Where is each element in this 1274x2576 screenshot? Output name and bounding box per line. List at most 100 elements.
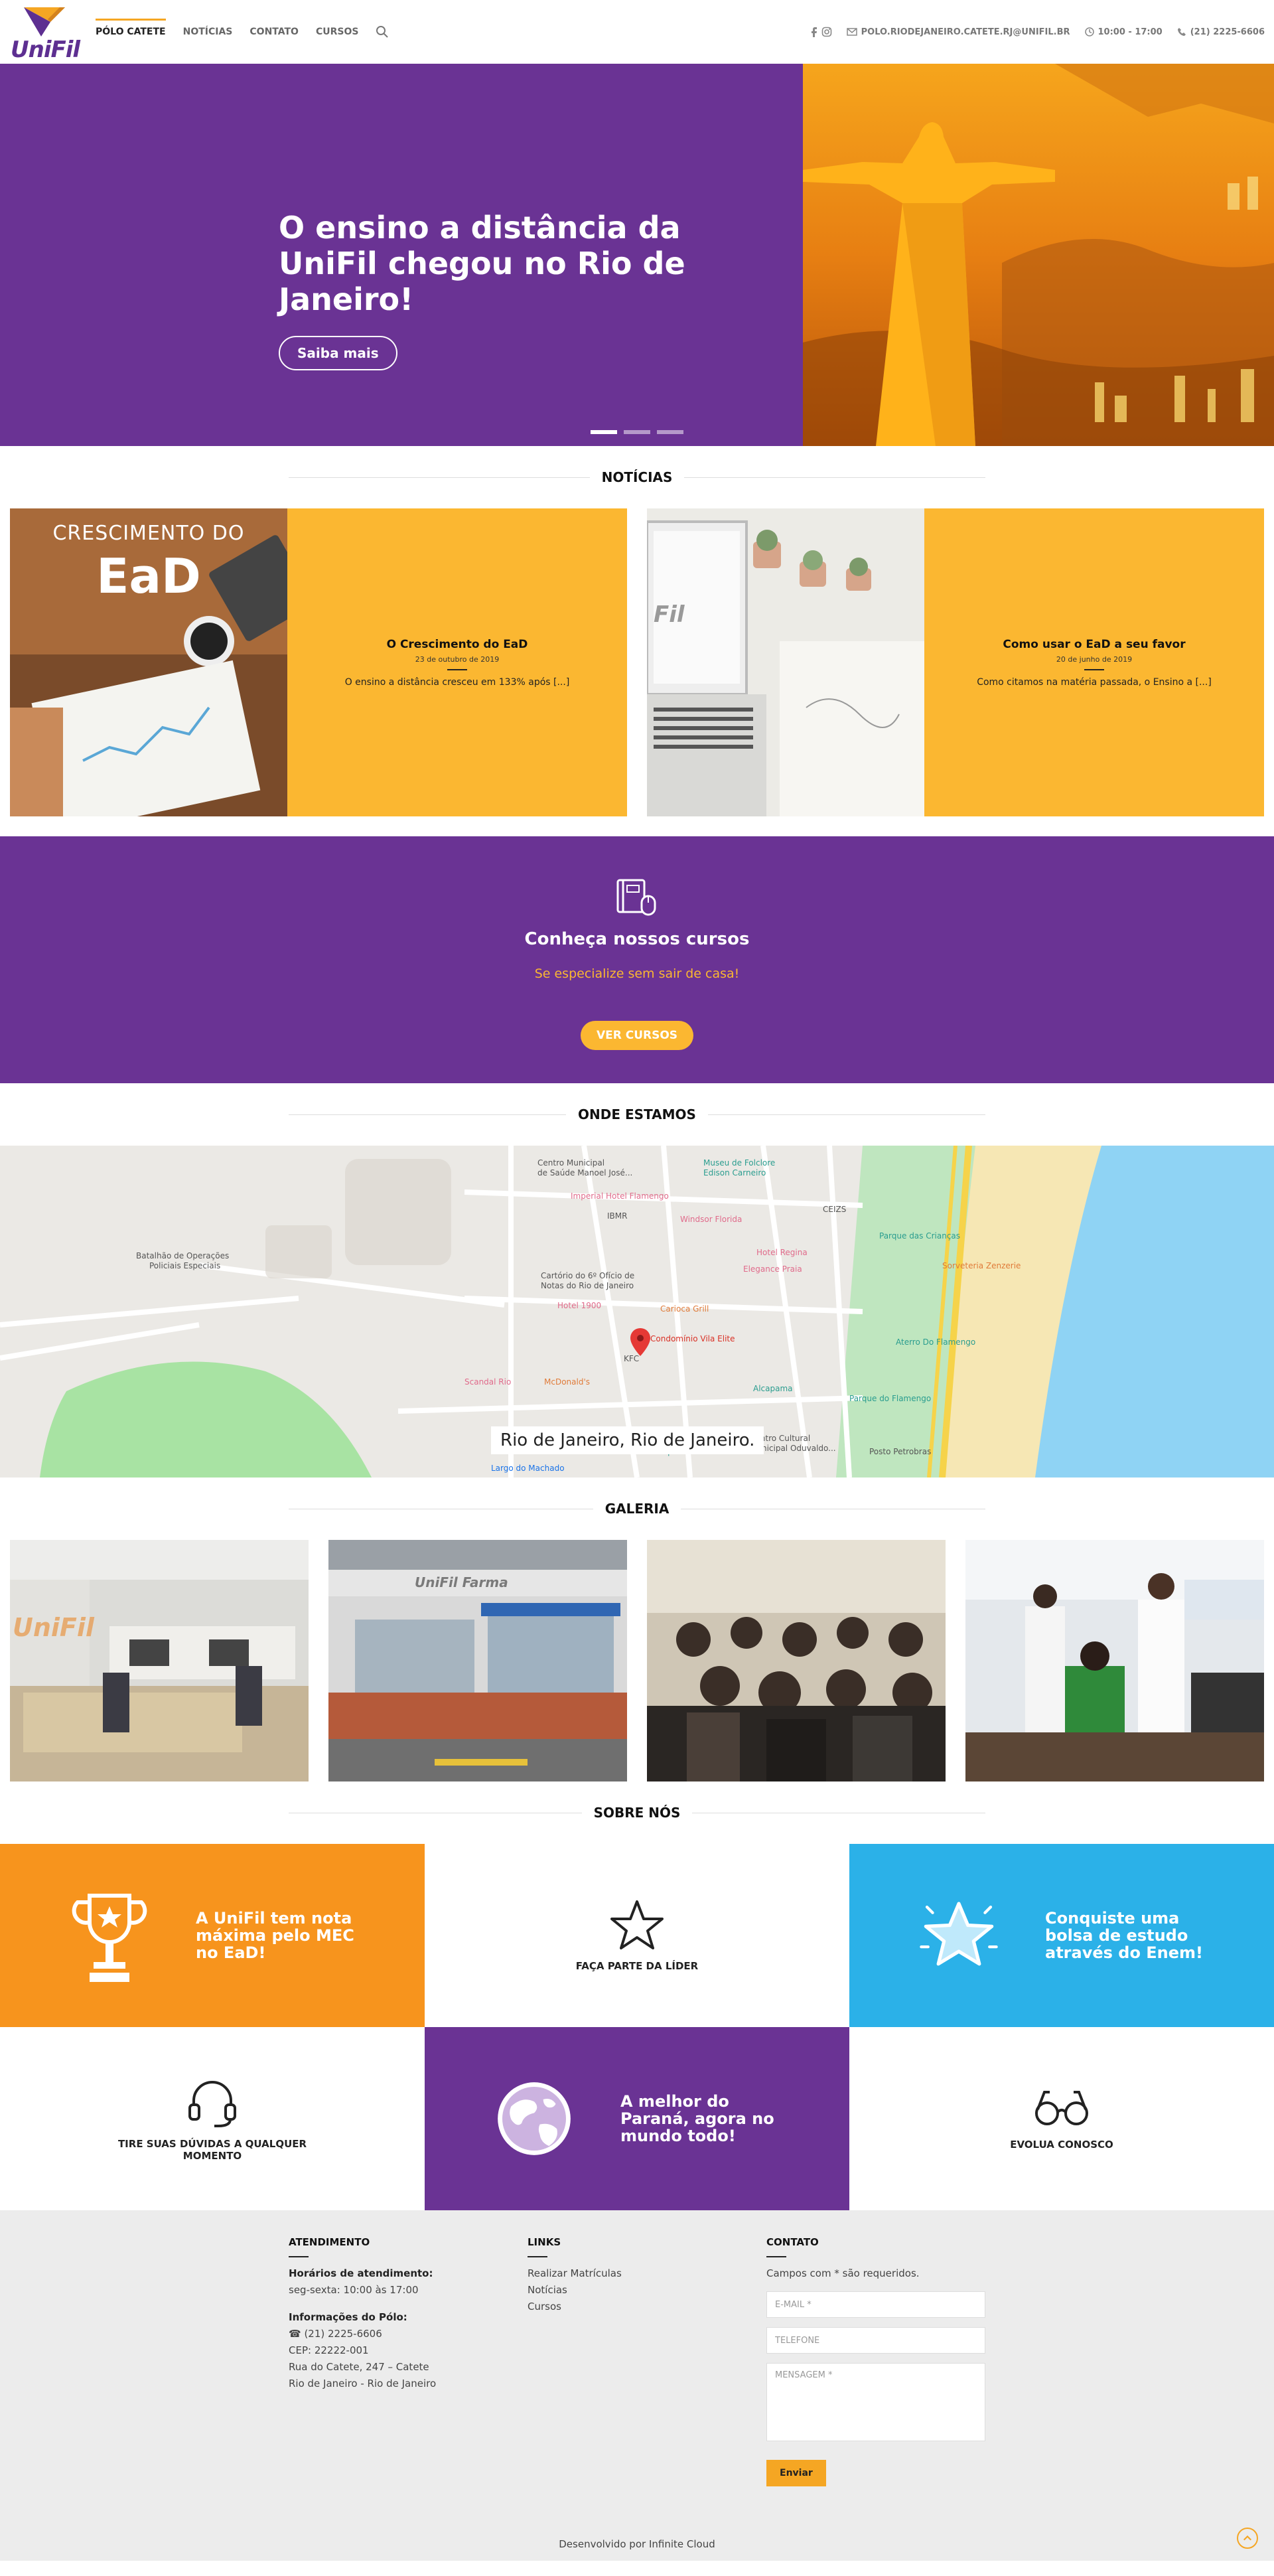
slider-dot-3[interactable] <box>657 430 683 434</box>
news-section: CRESCIMENTO DO EaD O Crescimento do EaD … <box>0 508 1274 816</box>
phone-field[interactable] <box>766 2327 985 2354</box>
gallery-caption-unifil: UniFil <box>13 1613 94 1642</box>
svg-text:Policiais Especiais: Policiais Especiais <box>149 1261 220 1270</box>
location-map[interactable]: Centro Municipal de Saúde Manoel José...… <box>0 1146 1274 1477</box>
footer-phone: ☎ (21) 2225-6606 <box>289 2328 382 2340</box>
book-mouse-icon <box>616 879 656 916</box>
enviar-button[interactable]: Enviar <box>766 2460 826 2486</box>
svg-text:Notas do Rio de Janeiro: Notas do Rio de Janeiro <box>541 1281 634 1290</box>
social-links <box>810 27 832 37</box>
svg-text:IBMR: IBMR <box>607 1211 627 1221</box>
news-title[interactable]: O Crescimento do EaD <box>387 638 528 651</box>
logo-text: UniFil <box>11 37 80 63</box>
about-cell-parana: A melhor do Paraná, agora no mundo todo! <box>425 2027 849 2210</box>
news-card-body: O Crescimento do EaD 23 de outubro de 20… <box>287 508 627 816</box>
hero-slider: O ensino a distância da UniFil chegou no… <box>0 64 1274 446</box>
nav-item-noticias[interactable]: Notícias <box>183 21 233 42</box>
svg-text:Carioca Grill: Carioca Grill <box>660 1304 709 1314</box>
about-text-lider: Faça parte da líder <box>575 1960 699 1972</box>
search-icon[interactable] <box>376 25 389 38</box>
hero-caption: O ensino a distância da UniFil chegou no… <box>279 210 690 370</box>
footer-link-matriculas[interactable]: Realizar Matrículas <box>528 2265 766 2282</box>
footer-link-noticias[interactable]: Notícias <box>528 2282 766 2299</box>
courses-subtitle: Se especialize sem sair de casa! <box>534 966 740 981</box>
news-divider <box>1084 668 1104 670</box>
back-to-top-icon[interactable] <box>1237 2528 1258 2549</box>
news-image-text-laptop: Fil <box>654 601 685 628</box>
clock-icon <box>1084 27 1094 37</box>
news-title[interactable]: Como usar o EaD a seu favor <box>1003 638 1185 651</box>
svg-text:Edison Carneiro: Edison Carneiro <box>703 1168 766 1177</box>
nav-item-cursos[interactable]: Cursos <box>316 21 359 42</box>
svg-text:CEIZS: CEIZS <box>823 1205 846 1214</box>
courses-title: Conheça nossos cursos <box>524 929 750 949</box>
nav-item-contato[interactable]: Contato <box>249 21 299 42</box>
footer-address: Rua do Catete, 247 – Catete <box>289 2361 429 2373</box>
email-field[interactable] <box>766 2291 985 2318</box>
ver-cursos-button[interactable]: Ver Cursos <box>580 1021 694 1050</box>
about-cell-enem: Conquiste uma bolsa de estudo através do… <box>849 1844 1274 2027</box>
message-field[interactable] <box>766 2363 985 2441</box>
trophy-icon <box>72 1894 147 1982</box>
instagram-icon[interactable] <box>821 27 832 37</box>
footer-contact-note: Campos com * são requeridos. <box>766 2267 920 2279</box>
news-image-crescimento: CRESCIMENTO DO EaD <box>10 508 287 816</box>
about-text-evolua: Evolua conosco <box>1010 2139 1113 2151</box>
section-title-onde-estamos: Onde estamos <box>0 1083 1274 1146</box>
footer-columns: Atendimento Horários de atendimento: seg… <box>289 2234 1274 2486</box>
phone-icon <box>1177 28 1186 36</box>
footer-divider <box>766 2256 786 2257</box>
slider-dot-1[interactable] <box>591 430 617 434</box>
hero-title: O ensino a distância da UniFil chegou no… <box>279 210 685 317</box>
header-hours: 10:00 - 17:00 <box>1084 27 1163 37</box>
section-title-galeria: Galeria <box>0 1477 1274 1540</box>
logo-mark-icon <box>24 7 65 37</box>
svg-text:Imperial Hotel Flamengo: Imperial Hotel Flamengo <box>571 1191 669 1201</box>
footer-info-label: Informações do Pólo: <box>289 2311 407 2323</box>
footer-cep: CEP: 22222-001 <box>289 2344 369 2356</box>
header-phone[interactable]: (21) 2225-6606 <box>1177 27 1265 37</box>
gallery-image-reception[interactable]: UniFil <box>10 1540 309 1781</box>
footer-contact: Contato Campos com * são requeridos. Env… <box>766 2234 1005 2486</box>
footer-divider <box>289 2256 309 2257</box>
gallery-image-classroom[interactable] <box>647 1540 946 1781</box>
slider-dot-2[interactable] <box>624 430 650 434</box>
logo[interactable]: UniFil <box>9 2 82 63</box>
news-image-text-2: EaD <box>96 548 201 604</box>
svg-text:Parque do Flamengo: Parque do Flamengo <box>849 1394 931 1403</box>
header-phone-text: (21) 2225-6606 <box>1190 27 1265 37</box>
svg-text:Sorveteria Zenzerie: Sorveteria Zenzerie <box>942 1261 1021 1270</box>
svg-text:Elegance Praia: Elegance Praia <box>743 1264 802 1274</box>
about-grid: A UniFil tem nota máxima pelo MEC no EaD… <box>0 1844 1274 2210</box>
nav-item-polo-catete[interactable]: Pólo Catete <box>96 19 166 42</box>
sobre-nos-heading: Sobre nós <box>581 1805 693 1821</box>
news-card[interactable]: CRESCIMENTO DO EaD O Crescimento do EaD … <box>10 508 627 816</box>
gallery-image-unifil-farma[interactable]: UniFil Farma <box>328 1540 627 1781</box>
svg-text:Alcapama: Alcapama <box>753 1384 793 1393</box>
footer-links-title: Links <box>528 2236 561 2248</box>
facebook-icon[interactable] <box>810 27 817 37</box>
about-text-duvidas: Tire suas dúvidas a qualquer momento <box>117 2138 307 2162</box>
svg-text:Centro Municipal: Centro Municipal <box>537 1158 604 1168</box>
svg-text:McDonald's: McDonald's <box>544 1377 590 1387</box>
gallery: UniFil UniFil Farma <box>0 1540 1274 1781</box>
svg-text:Posto Petrobras: Posto Petrobras <box>869 1447 931 1456</box>
svg-text:de Saúde Manoel José...: de Saúde Manoel José... <box>537 1168 632 1177</box>
gallery-image-physio-clinic[interactable] <box>965 1540 1264 1781</box>
svg-text:Aterro Do Flamengo: Aterro Do Flamengo <box>896 1337 975 1347</box>
hero-saiba-mais-button[interactable]: Saiba mais <box>279 336 397 370</box>
header-hours-text: 10:00 - 17:00 <box>1097 27 1163 37</box>
about-cell-mec: A UniFil tem nota máxima pelo MEC no EaD… <box>0 1844 425 2027</box>
header-email[interactable]: POLO.RIODEJANEIRO.CATETE.RJ@UNIFIL.BR <box>846 27 1070 37</box>
news-card[interactable]: Fil Como usar o EaD a seu favor 20 de ju… <box>647 508 1264 816</box>
footer-link-cursos[interactable]: Cursos <box>528 2299 766 2315</box>
about-text-enem: Conquiste uma bolsa de estudo através do… <box>1045 1909 1203 1962</box>
footer-attendance: Atendimento Horários de atendimento: seg… <box>289 2234 528 2486</box>
footer-city: Rio de Janeiro - Rio de Janeiro <box>289 2378 437 2389</box>
svg-text:Condomínio Vila Elite: Condomínio Vila Elite <box>650 1334 735 1343</box>
slider-dots <box>591 430 683 434</box>
svg-text:Largo do Machado: Largo do Machado <box>491 1464 565 1473</box>
news-image-ead-favor: Fil <box>647 508 924 816</box>
galeria-heading: Galeria <box>593 1501 681 1517</box>
courses-cta: Conheça nossos cursos Se especialize sem… <box>0 836 1274 1083</box>
